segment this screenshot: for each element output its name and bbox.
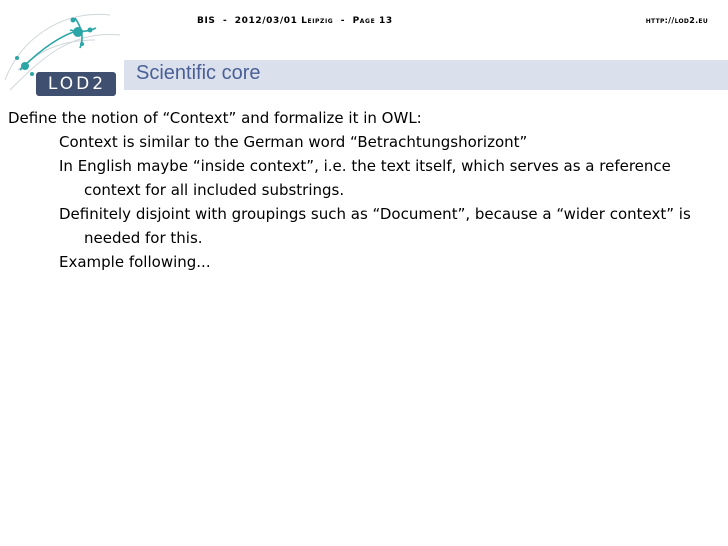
bullet-item: Example following... (59, 253, 211, 271)
bullet-item: Context is similar to the German word “B… (59, 133, 528, 151)
logo-text: LOD2 (47, 74, 107, 94)
bullet-item: Definitely disjoint with groupings such … (59, 205, 691, 247)
bullet-item: In English maybe “inside context”, i.e. … (59, 157, 671, 199)
slide-header-text: BIS - 2012/03/01 Leipzig - Page 13 (197, 16, 393, 26)
bullet-list: Context is similar to the German word “B… (8, 130, 713, 274)
slide-title: Scientific core (136, 62, 261, 84)
slide-header-url[interactable]: http://lod2.eu (646, 16, 708, 25)
slide-content: Define the notion of “Context” and forma… (8, 106, 713, 274)
lod2-logo: LOD2 (0, 0, 130, 110)
intro-line: Define the notion of “Context” and forma… (8, 109, 422, 127)
